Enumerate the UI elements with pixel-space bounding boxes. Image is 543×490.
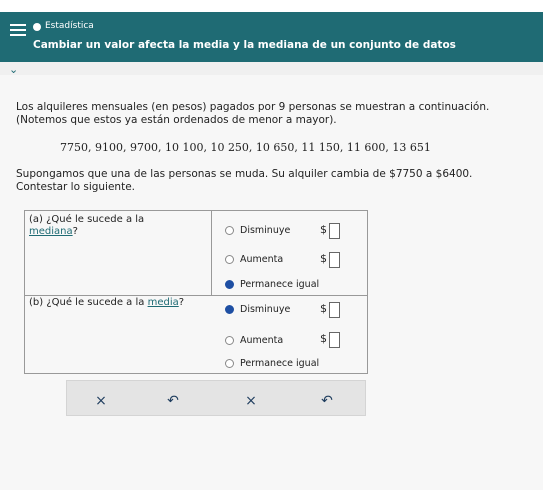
question-a: (a) ¿Qué le sucede a la mediana? <box>29 214 199 238</box>
table-row-divider <box>25 295 367 296</box>
radio-a-disminuye[interactable] <box>225 226 234 235</box>
question-a-prefix: (a) ¿Qué le sucede a la <box>29 214 145 225</box>
answer-box-b-2[interactable] <box>329 332 340 348</box>
radio-a-permanece-selected[interactable] <box>225 280 234 289</box>
option-a-disminuye[interactable]: Disminuye <box>225 225 290 236</box>
mediana-link[interactable]: mediana <box>29 226 73 237</box>
currency-a-1: $ <box>320 223 327 236</box>
hamburger-icon[interactable] <box>10 24 26 36</box>
clear-button-b[interactable]: × <box>221 388 281 414</box>
question-b: (b) ¿Qué le sucede a la media? <box>29 297 229 309</box>
intro-line-2: (Notemos que estos ya están ordenados de… <box>16 114 337 126</box>
answer-box-a-1[interactable] <box>329 223 340 239</box>
radio-b-aumenta[interactable] <box>225 336 234 345</box>
option-b-permanece-label: Permanece igual <box>240 358 320 369</box>
question-b-prefix: (b) ¿Qué le sucede a la <box>29 297 145 308</box>
option-a-aumenta[interactable]: Aumenta <box>225 254 283 265</box>
answer-box-a-2[interactable] <box>329 252 340 268</box>
option-a-aumenta-label: Aumenta <box>240 254 284 265</box>
currency-a-2: $ <box>320 252 327 265</box>
questions-table: (a) ¿Qué le sucede a la mediana? Disminu… <box>24 210 368 374</box>
option-b-aumenta[interactable]: Aumenta <box>225 335 283 346</box>
question-b-suffix: ? <box>178 297 185 308</box>
media-link[interactable]: media <box>148 297 179 308</box>
intro-line-1: Los alquileres mensuales (en pesos) paga… <box>16 101 490 113</box>
instruction-text: Contestar lo siguiente. <box>16 181 135 193</box>
option-b-disminuye[interactable]: Disminuye <box>225 304 290 315</box>
top-strip <box>0 0 543 12</box>
option-b-aumenta-label: Aumenta <box>240 335 284 346</box>
undo-button-a[interactable]: ↶ <box>143 388 203 414</box>
action-button-row: × ↶ × ↶ <box>66 380 366 416</box>
undo-button-b[interactable]: ↶ <box>297 388 357 414</box>
option-a-permanece[interactable]: Permanece igual <box>225 279 319 290</box>
currency-b-2: $ <box>320 332 327 345</box>
radio-a-aumenta[interactable] <box>225 255 234 264</box>
answer-box-b-1[interactable] <box>329 302 340 318</box>
category-dot-icon <box>33 23 41 31</box>
option-b-permanece[interactable]: Permanece igual <box>225 358 319 369</box>
category-label: Estadística <box>45 21 94 31</box>
header-bar: Estadística Cambiar un valor afecta la m… <box>0 12 543 62</box>
topic-title: Cambiar un valor afecta la media y la me… <box>33 39 456 51</box>
table-column-divider <box>211 211 212 296</box>
option-a-disminuye-label: Disminuye <box>240 225 291 236</box>
radio-b-permanece[interactable] <box>225 359 234 368</box>
data-values: 7750, 9100, 9700, 10 100, 10 250, 10 650… <box>60 141 431 154</box>
radio-b-disminuye-selected[interactable] <box>225 305 234 314</box>
collapse-bar[interactable] <box>0 62 543 72</box>
question-a-suffix: ? <box>72 226 78 237</box>
clear-button-a[interactable]: × <box>71 388 131 414</box>
option-b-disminuye-label: Disminuye <box>240 304 291 315</box>
currency-b-1: $ <box>320 302 327 315</box>
option-a-permanece-label: Permanece igual <box>240 279 320 290</box>
change-line: Supongamos que una de las personas se mu… <box>16 168 473 180</box>
